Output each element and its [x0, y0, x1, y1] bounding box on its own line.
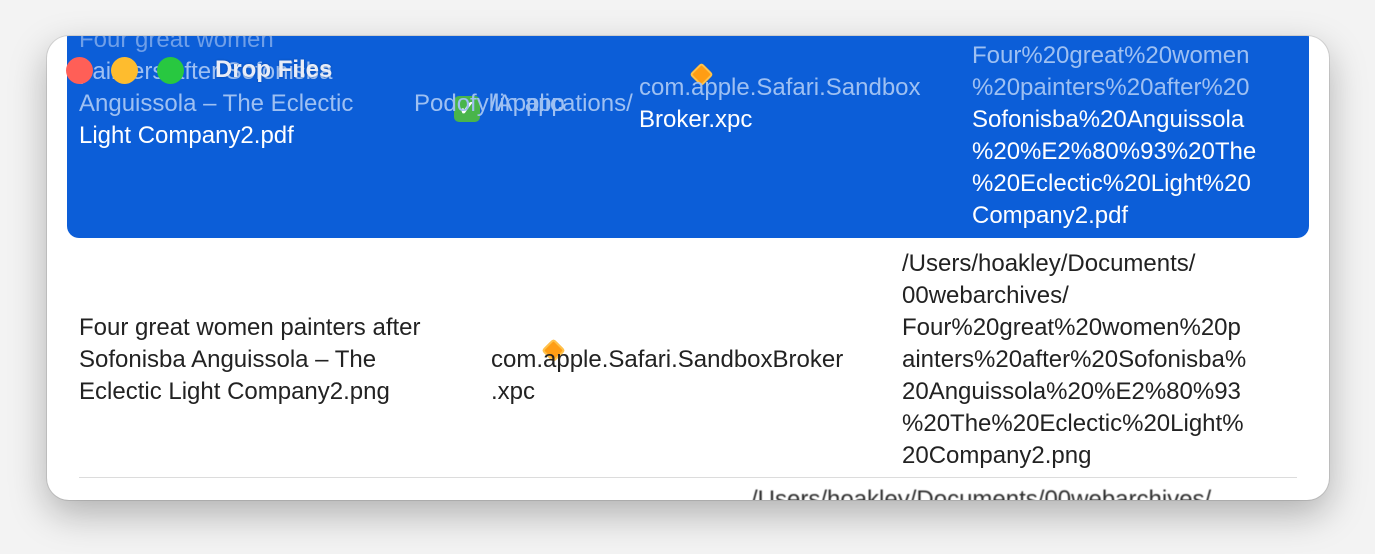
title-bar[interactable]: Drop Files: [47, 36, 1329, 100]
drop-files-window: Four great women painters after Sofonisb…: [47, 36, 1329, 500]
handler-line: .xpc: [491, 378, 536, 405]
url-line: Sofonisba%20Anguissola: [972, 106, 1245, 133]
url-line: %20%E2%80%93%20The: [972, 138, 1257, 165]
minimize-button[interactable]: [111, 57, 138, 84]
close-button[interactable]: [66, 57, 93, 84]
url-line: %20The%20Eclectic%20Light%: [902, 410, 1244, 437]
file-name-line: Sofonisba Anguissola – The: [79, 346, 377, 373]
table-row[interactable]: Four great women painters after Sofonisb…: [47, 238, 1329, 478]
url-line: 20Company2.png: [902, 442, 1092, 469]
row-divider: [79, 477, 1297, 478]
url-line: %20Eclectic%20Light%20: [972, 170, 1251, 197]
file-name-line: Eclectic Light Company2.png: [79, 378, 390, 405]
file-name-line: Light Company2.pdf: [79, 122, 294, 149]
url-line: 00webarchives/: [902, 282, 1069, 309]
table-row-partial[interactable]: /Users/hoakley/Documents/00webarchives/: [751, 488, 1211, 501]
handler-line: Broker.xpc: [639, 106, 753, 133]
file-name-line: Four great women painters after: [79, 314, 421, 341]
url-line: /Users/hoakley/Documents/: [902, 250, 1196, 277]
handler-line: com.apple.Safari.SandboxBroker: [491, 346, 844, 373]
url-line: 20Anguissola%20%E2%80%93: [902, 378, 1241, 405]
url-line: ainters%20after%20Sofonisba%: [902, 346, 1247, 373]
url-line: Four%20great%20women%20p: [902, 314, 1241, 341]
url-line: Company2.pdf: [972, 202, 1129, 229]
zoom-button[interactable]: [157, 57, 184, 84]
window-title: Drop Files: [215, 56, 333, 83]
